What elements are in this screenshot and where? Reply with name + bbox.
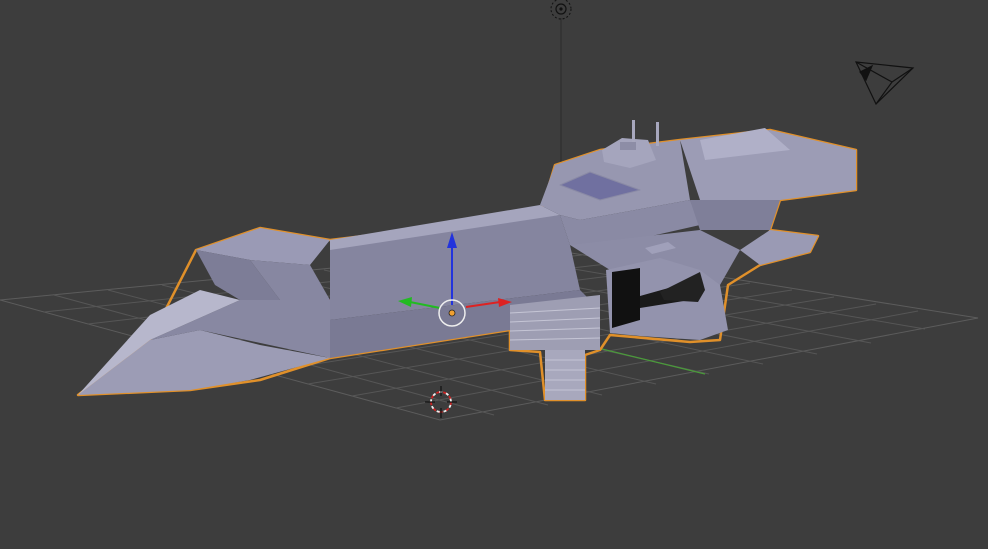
3d-viewport[interactable] — [0, 0, 988, 549]
object-origin — [448, 309, 456, 317]
camera-icon[interactable] — [854, 61, 915, 106]
3d-cursor-icon[interactable] — [425, 386, 457, 418]
viewport-canvas[interactable] — [0, 0, 988, 549]
lamp-icon[interactable] — [550, 0, 572, 20]
